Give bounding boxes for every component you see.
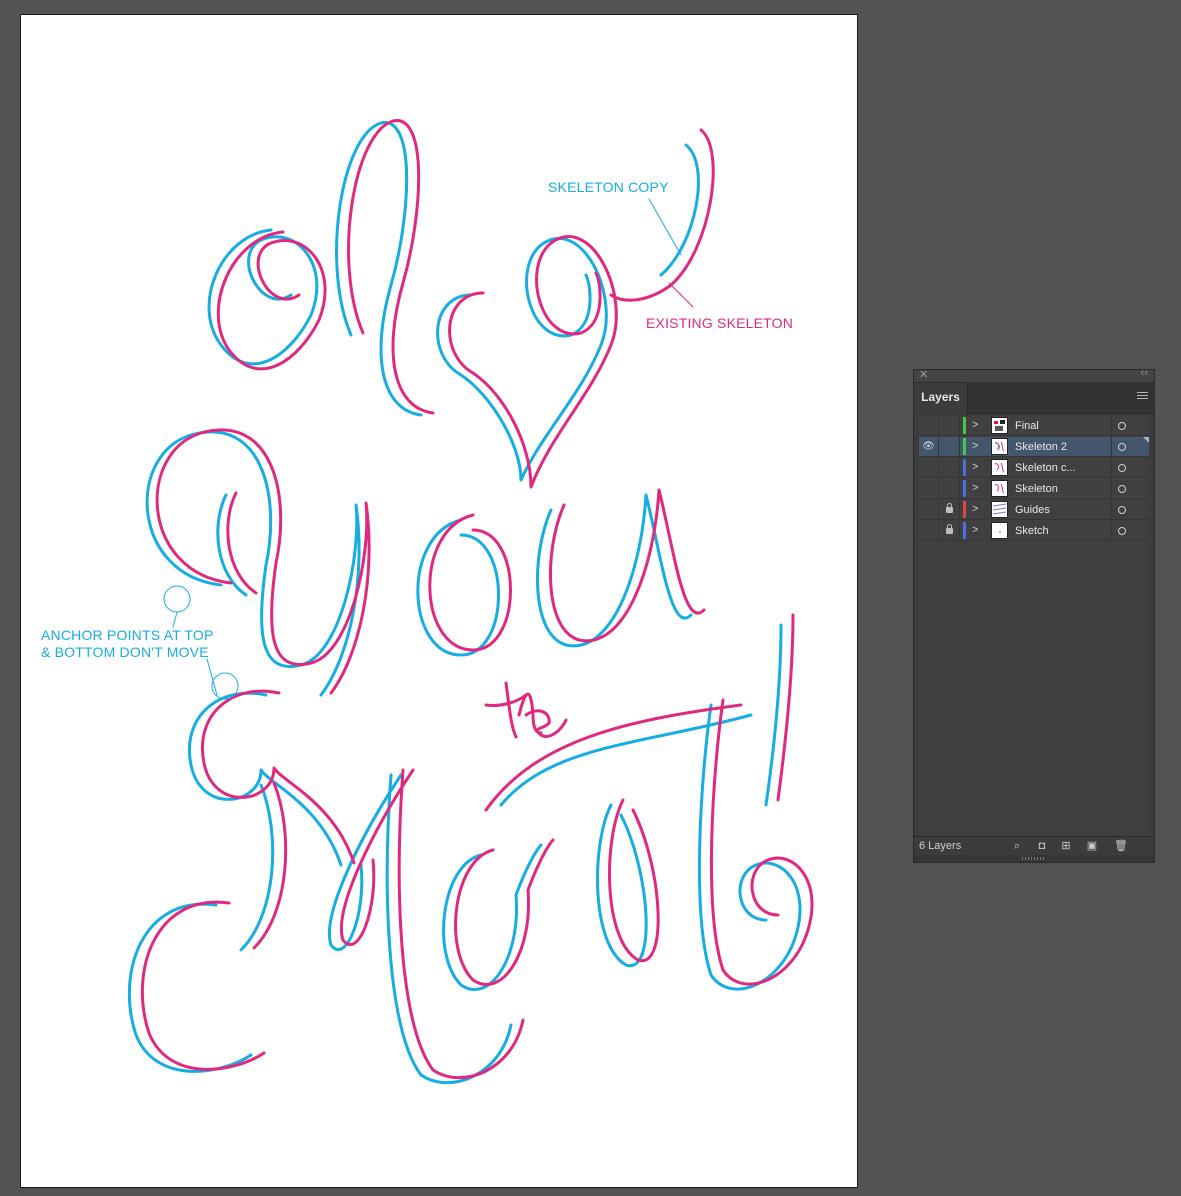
lock-icon [946, 524, 953, 534]
lock-icon [946, 503, 953, 513]
layer-thumbnail [991, 459, 1008, 476]
layer-row-skeleton[interactable]: > Skeleton [919, 479, 1149, 499]
collapse-icon[interactable]: ‹‹ [1141, 367, 1148, 379]
target-icon[interactable] [1118, 464, 1126, 472]
target-icon[interactable] [1118, 443, 1126, 451]
lock-toggle[interactable] [939, 521, 960, 541]
lock-toggle[interactable] [939, 458, 960, 478]
panel-tab-strip: Layers [914, 383, 1154, 414]
close-icon[interactable]: ✕ [919, 368, 928, 381]
layer-row-sketch[interactable]: > Sketch [919, 521, 1149, 541]
make-clipping-mask-icon[interactable]: ◘ [1036, 840, 1048, 852]
target-icon[interactable] [1118, 506, 1126, 514]
layer-thumbnail [991, 480, 1008, 497]
panel-footer: 6 Layers ⌕ ◘ ⊞ ▣ 🗑 [914, 836, 1154, 857]
locate-object-icon[interactable]: ⌕ [1011, 840, 1023, 852]
skeleton-copy-paths [127, 121, 802, 1085]
layer-row-skeleton-copy[interactable]: > Skeleton c... [919, 458, 1149, 478]
layer-thumbnail [991, 417, 1008, 434]
lock-toggle[interactable] [939, 479, 960, 499]
artboard[interactable]: SKELETON COPY EXISTING SKELETON ANCHOR P… [20, 14, 858, 1188]
layer-name[interactable]: Guides [1015, 500, 1050, 520]
lock-toggle[interactable] [939, 416, 960, 436]
lock-toggle[interactable] [939, 500, 960, 520]
layer-color [963, 522, 966, 539]
visibility-toggle[interactable] [919, 458, 939, 478]
layer-name[interactable]: Skeleton [1015, 479, 1058, 499]
visibility-toggle[interactable] [919, 521, 939, 541]
layers-panel: ✕ ‹‹ Layers > Final 👁 > Skeleton 2 > Ske… [913, 367, 1155, 863]
target-icon[interactable] [1118, 485, 1126, 493]
chevron-right-icon[interactable]: > [972, 437, 978, 456]
layer-list: > Final 👁 > Skeleton 2 > Skeleton c... >… [919, 416, 1149, 836]
lock-toggle[interactable] [939, 437, 960, 457]
layer-count: 6 Layers [919, 840, 962, 852]
target-icon[interactable] [1118, 422, 1126, 430]
anchor-highlight-bottom [211, 672, 239, 700]
chevron-right-icon[interactable]: > [972, 521, 978, 540]
layer-thumbnail [991, 501, 1008, 518]
target-icon[interactable] [1118, 527, 1126, 535]
layer-row-final[interactable]: > Final [919, 416, 1149, 436]
layer-row-guides[interactable]: > Guides [919, 500, 1149, 520]
tab-layers[interactable]: Layers [914, 383, 968, 414]
anchor-points-label: ANCHOR POINTS AT TOP & BOTTOM DON'T MOVE [41, 627, 214, 660]
chevron-right-icon[interactable]: > [972, 416, 978, 435]
panel-menu-icon[interactable] [1137, 392, 1148, 401]
skeleton-copy-label: SKELETON COPY [548, 179, 669, 195]
existing-skeleton-label: EXISTING SKELETON [646, 315, 794, 331]
layer-row-skeleton-2[interactable]: 👁 > Skeleton 2 [919, 437, 1149, 457]
eye-icon[interactable]: 👁 [919, 437, 939, 457]
layer-name[interactable]: Skeleton 2 [1015, 437, 1067, 457]
panel-titlebar: ✕ ‹‹ [914, 367, 1154, 383]
visibility-toggle[interactable] [919, 416, 939, 436]
chevron-right-icon[interactable]: > [972, 479, 978, 498]
layer-name[interactable]: Skeleton c... [1015, 458, 1076, 478]
layer-color [963, 501, 966, 518]
layer-thumbnail [991, 438, 1008, 455]
new-sublayer-icon[interactable]: ⊞ [1060, 840, 1072, 852]
layer-color [963, 438, 966, 455]
layer-color [963, 480, 966, 497]
layer-name[interactable]: Sketch [1015, 521, 1049, 541]
layer-name[interactable]: Final [1015, 416, 1039, 436]
anchor-highlight-top [163, 585, 191, 613]
existing-skeleton-paths [140, 119, 814, 1080]
layer-color [963, 459, 966, 476]
selection-indicator [1143, 437, 1149, 443]
chevron-right-icon[interactable]: > [972, 500, 978, 519]
visibility-toggle[interactable] [919, 500, 939, 520]
lettering-artwork [127, 119, 814, 1085]
resize-grip[interactable] [914, 855, 1154, 862]
trash-icon[interactable]: 🗑 [1114, 840, 1128, 852]
layer-thumbnail [991, 522, 1008, 539]
visibility-toggle[interactable] [919, 479, 939, 499]
layer-color [963, 417, 966, 434]
chevron-right-icon[interactable]: > [972, 458, 978, 477]
new-layer-icon[interactable]: ▣ [1086, 840, 1098, 852]
